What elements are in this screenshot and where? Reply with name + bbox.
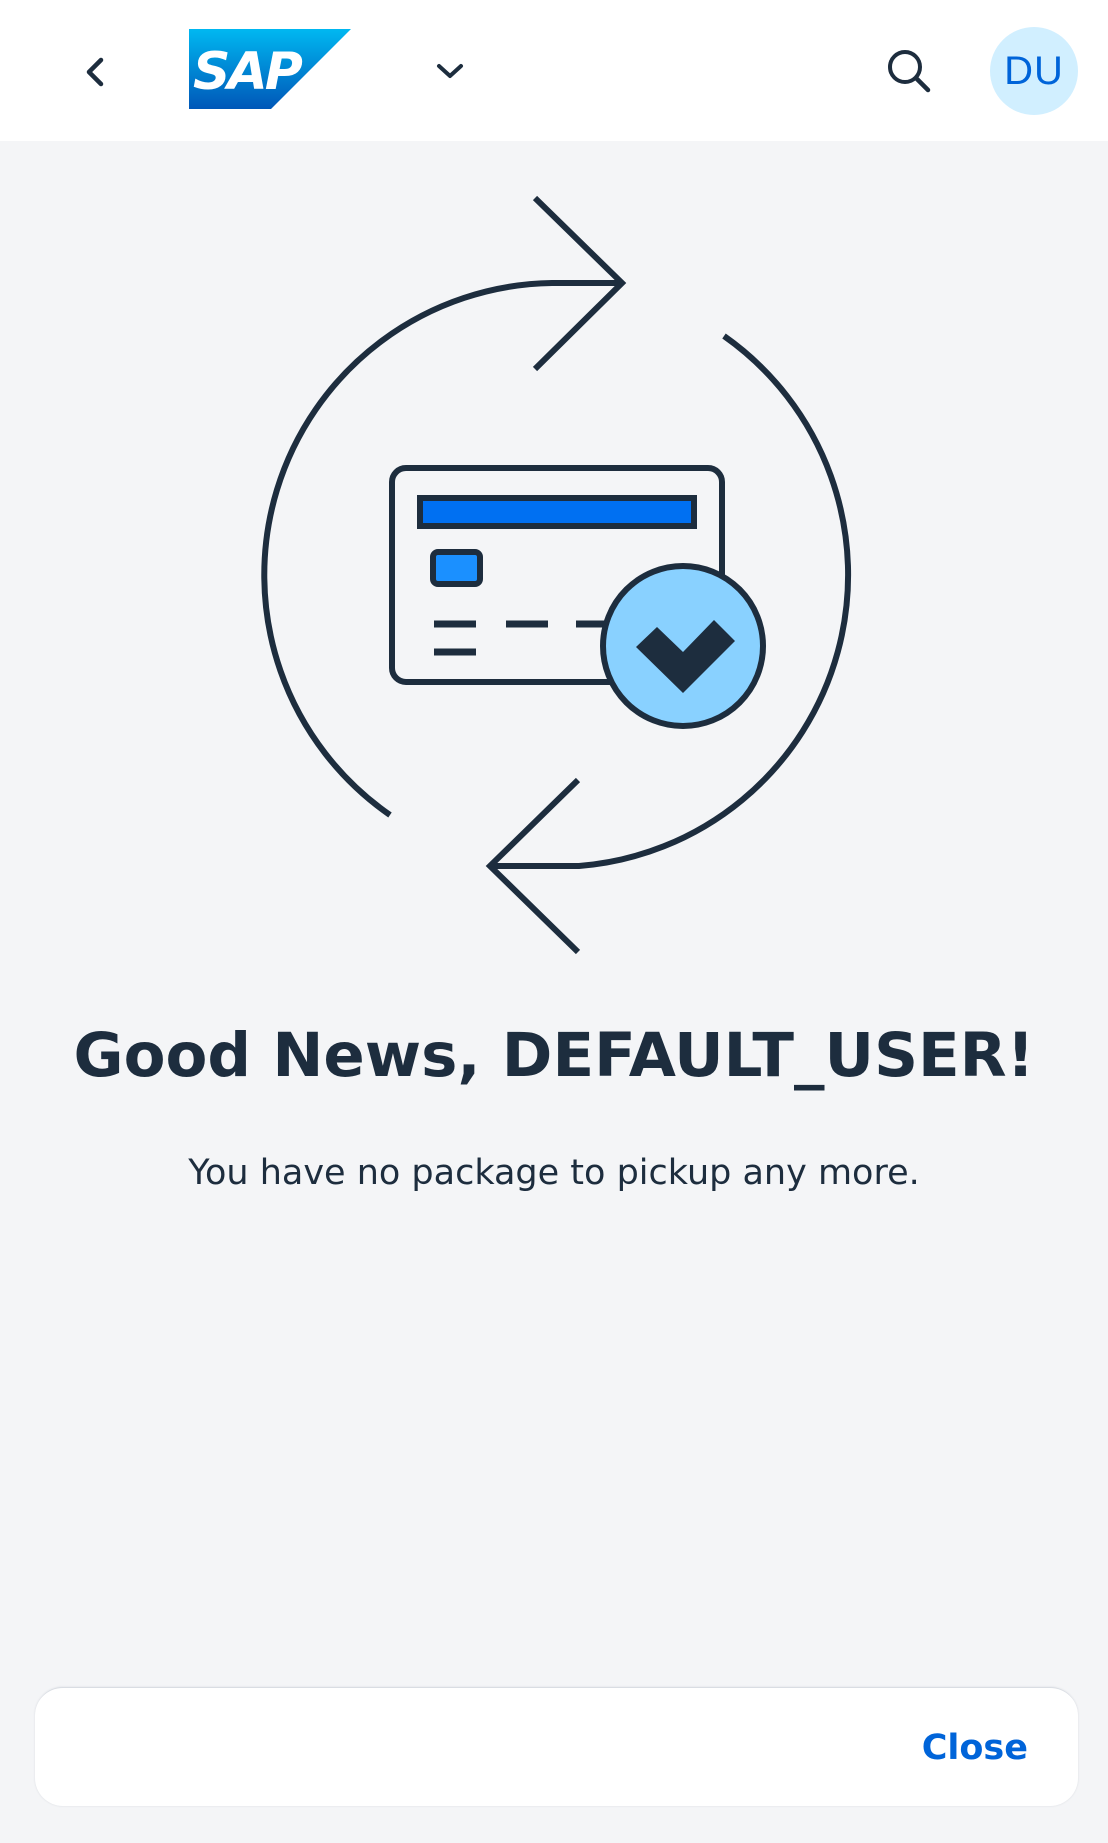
sap-logo: SAP bbox=[189, 29, 351, 109]
success-badge bbox=[600, 563, 766, 729]
card-stripe bbox=[417, 495, 697, 529]
chevron-down-icon bbox=[437, 64, 463, 78]
footer-toolbar: Close bbox=[35, 1687, 1078, 1806]
close-button[interactable]: Close bbox=[912, 1718, 1038, 1778]
user-avatar[interactable]: DU bbox=[990, 27, 1078, 115]
sync-card-success-illustration bbox=[261, 195, 852, 955]
search-icon bbox=[888, 50, 931, 93]
card-chip bbox=[430, 549, 483, 587]
sap-logo-text: SAP bbox=[193, 42, 303, 102]
shell-bar: SAP DU bbox=[0, 0, 1108, 141]
page-title: Good News, DEFAULT_USER! bbox=[73, 1020, 1035, 1091]
search-button[interactable] bbox=[880, 42, 938, 100]
back-button[interactable] bbox=[70, 42, 120, 102]
app-menu-button[interactable] bbox=[425, 45, 475, 97]
page-description: You have no package to pickup any more. bbox=[188, 1153, 920, 1193]
chevron-left-icon bbox=[86, 57, 104, 87]
